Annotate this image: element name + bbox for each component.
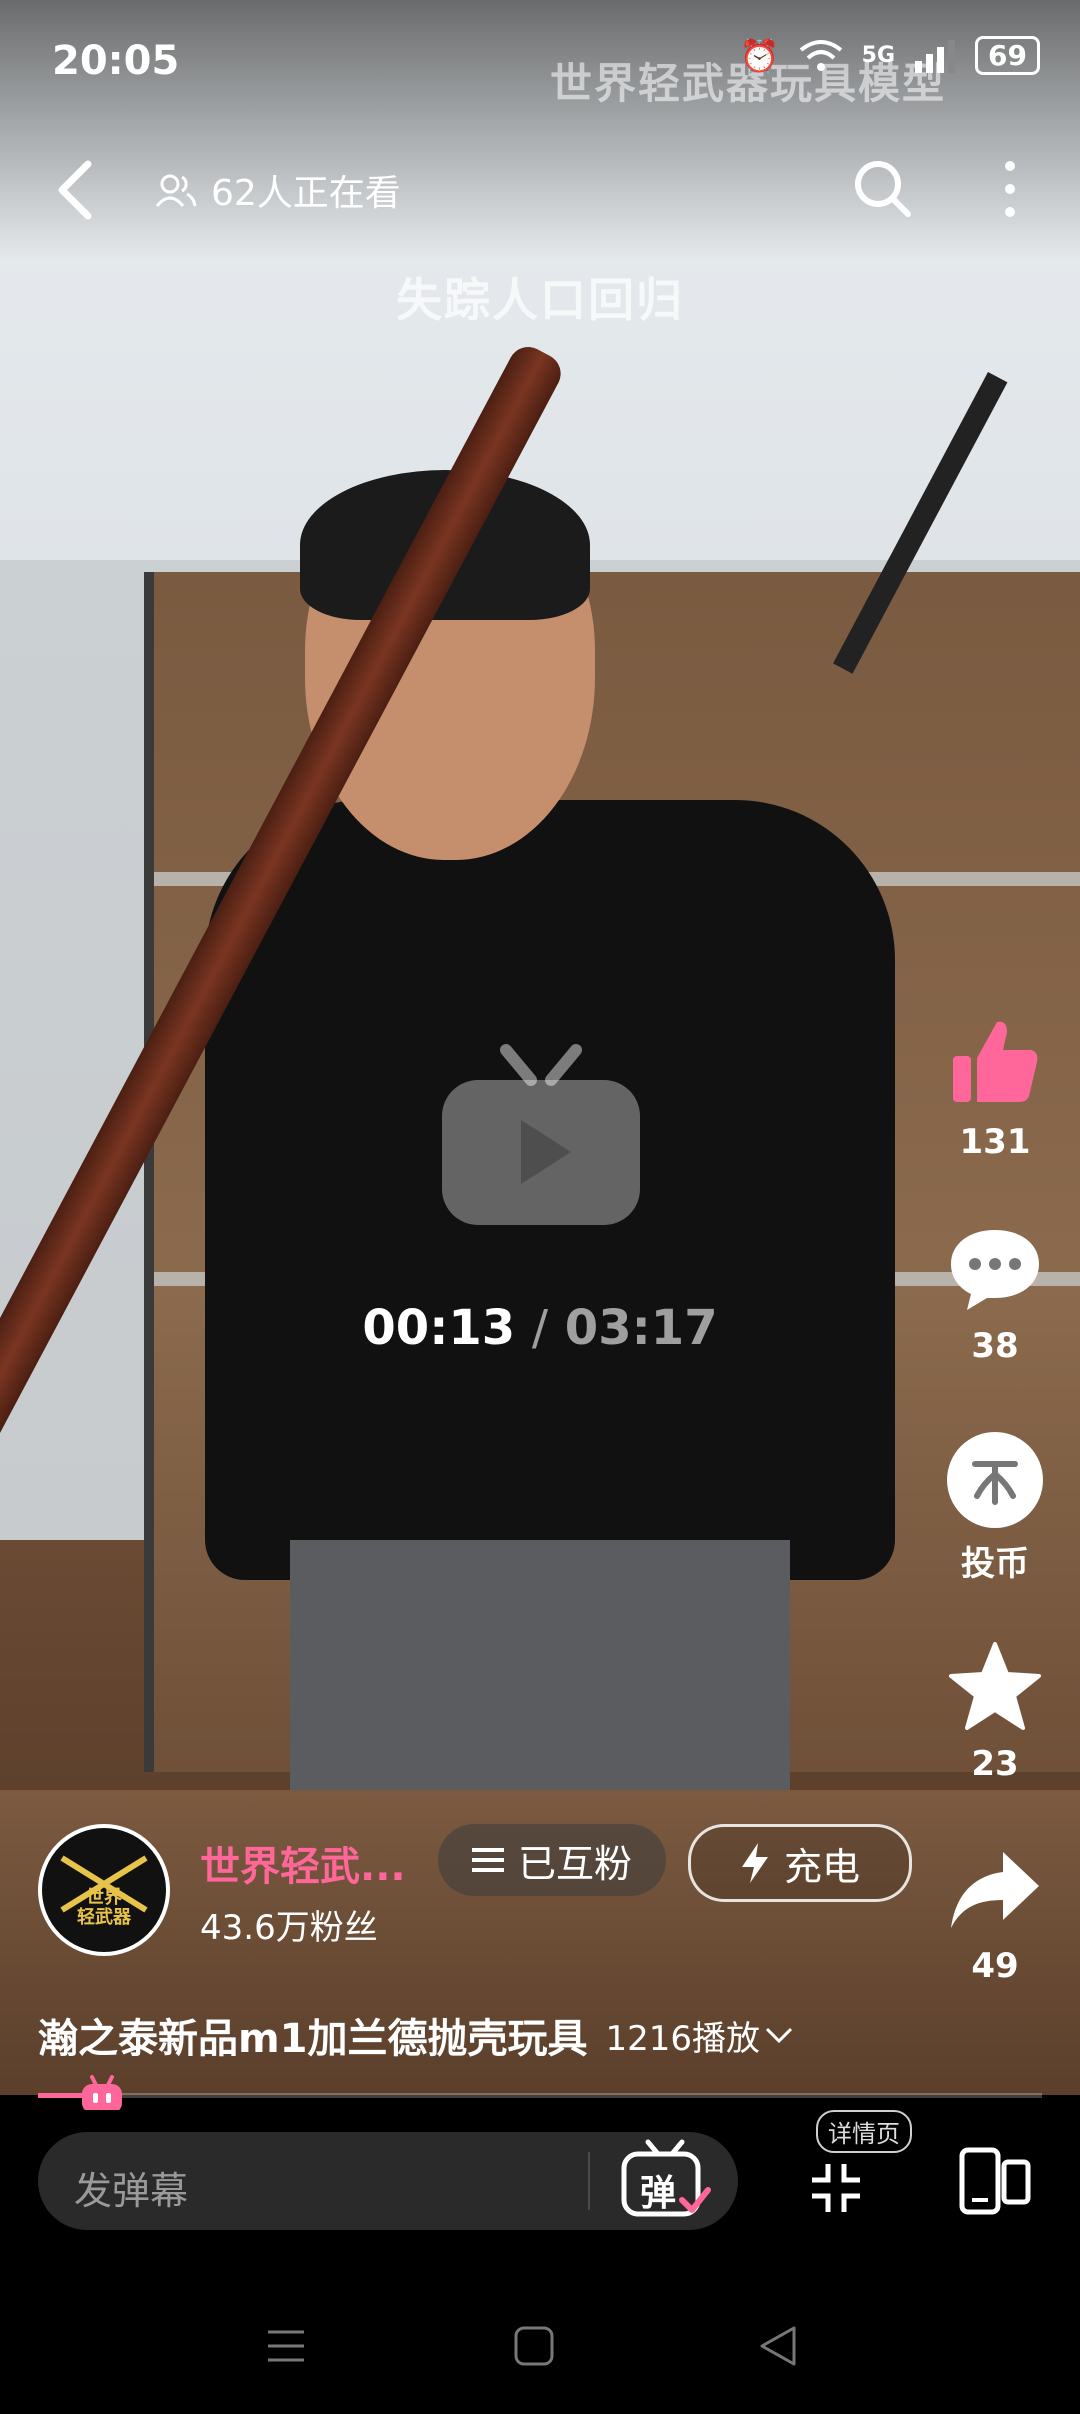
viewer-count-text: 62人正在看 xyxy=(211,173,401,214)
screen-mode-icon[interactable] xyxy=(958,2146,1032,2216)
signal-icon xyxy=(915,39,956,73)
coin-button[interactable]: 投币 xyxy=(940,1432,1050,1585)
video-title: 瀚之泰新品m1加兰德抛壳玩具 xyxy=(38,2016,588,2062)
author-name[interactable]: 世界轻武... xyxy=(200,1834,406,1892)
status-time: 20:05 xyxy=(52,38,180,84)
danmaku-input[interactable]: 发弹幕 弹 xyxy=(38,2132,738,2230)
network-label: 5G xyxy=(861,43,896,68)
charge-label: 充电 xyxy=(783,1844,860,1889)
avatar-text: 世界 轻武器 xyxy=(77,1887,131,1928)
star-icon xyxy=(949,1642,1041,1730)
wifi-icon xyxy=(799,39,842,71)
person-pants xyxy=(290,1540,790,1790)
danmaku-placeholder: 发弹幕 xyxy=(74,2169,189,2213)
divider xyxy=(588,2152,590,2210)
back-button[interactable] xyxy=(48,158,104,222)
video-title-row[interactable]: 瀚之泰新品m1加兰德抛壳玩具 1216播放 xyxy=(38,2006,794,2064)
total-time: 03:17 xyxy=(564,1300,718,1356)
play-count: 1216播放 xyxy=(605,2018,761,2059)
favorite-button[interactable]: 23 xyxy=(940,1640,1050,1784)
system-navigation-bar xyxy=(0,2280,1080,2414)
collapse-icon[interactable] xyxy=(808,2160,864,2216)
video-overlay-title: 失踪人口回归 xyxy=(396,273,684,327)
fan-count: 43.6万粉丝 xyxy=(200,1908,378,1948)
chevron-down-icon xyxy=(765,2027,793,2044)
like-button[interactable]: 131 xyxy=(940,1014,1050,1162)
thumbs-up-icon xyxy=(953,1021,1038,1102)
battery-indicator: 69 xyxy=(975,36,1040,75)
progress-thumb-icon[interactable] xyxy=(78,2075,126,2115)
home-icon[interactable] xyxy=(512,2324,556,2368)
status-icons: ⏰ 5G 69 xyxy=(740,36,1040,75)
menu-icon[interactable] xyxy=(264,2324,308,2368)
charge-button[interactable]: 充电 xyxy=(688,1824,912,1902)
time-separator: / xyxy=(531,1300,549,1356)
more-menu-icon[interactable] xyxy=(990,154,1030,224)
lightning-icon xyxy=(741,1843,768,1883)
author-avatar[interactable]: 世界 轻武器 xyxy=(38,1824,170,1956)
favorite-count: 23 xyxy=(971,1744,1019,1784)
viewer-count: 62人正在看 xyxy=(155,164,401,216)
comment-count: 38 xyxy=(971,1326,1019,1366)
comment-button[interactable]: 38 xyxy=(940,1226,1050,1366)
coin-label: 投币 xyxy=(961,1544,1029,1584)
author-row: 世界 轻武器 世界轻武... 43.6万粉丝 已互粉 充电 xyxy=(38,1824,1078,1956)
follow-status-label: 已互粉 xyxy=(517,1841,632,1886)
danmaku-toggle-label: 弹 xyxy=(640,2173,677,2214)
bottom-bar: 发弹幕 弹 详情页 xyxy=(0,2110,1080,2260)
back-nav-icon[interactable] xyxy=(756,2324,800,2368)
alarm-icon: ⏰ xyxy=(739,36,780,75)
current-time: 00:13 xyxy=(362,1300,516,1356)
comment-icon xyxy=(951,1230,1039,1310)
detail-page-tip[interactable]: 详情页 xyxy=(816,2110,912,2153)
progress-bar[interactable] xyxy=(38,2093,1042,2098)
follow-status-button[interactable]: 已互粉 xyxy=(438,1824,666,1896)
top-bar: 62人正在看 xyxy=(0,150,1080,230)
play-icon[interactable] xyxy=(436,1040,646,1230)
search-icon[interactable] xyxy=(850,156,914,220)
danmaku-toggle-button[interactable]: 弹 xyxy=(620,2138,712,2222)
status-bar: 20:05 世界轻武器玩具模型 ⏰ 5G 69 xyxy=(0,0,1080,120)
coin-icon xyxy=(947,1432,1043,1528)
people-icon xyxy=(155,174,197,207)
like-count: 131 xyxy=(959,1122,1031,1162)
playback-time: 00:13 / 03:17 xyxy=(0,1300,1080,1356)
menu-lines-icon xyxy=(471,1848,504,1872)
